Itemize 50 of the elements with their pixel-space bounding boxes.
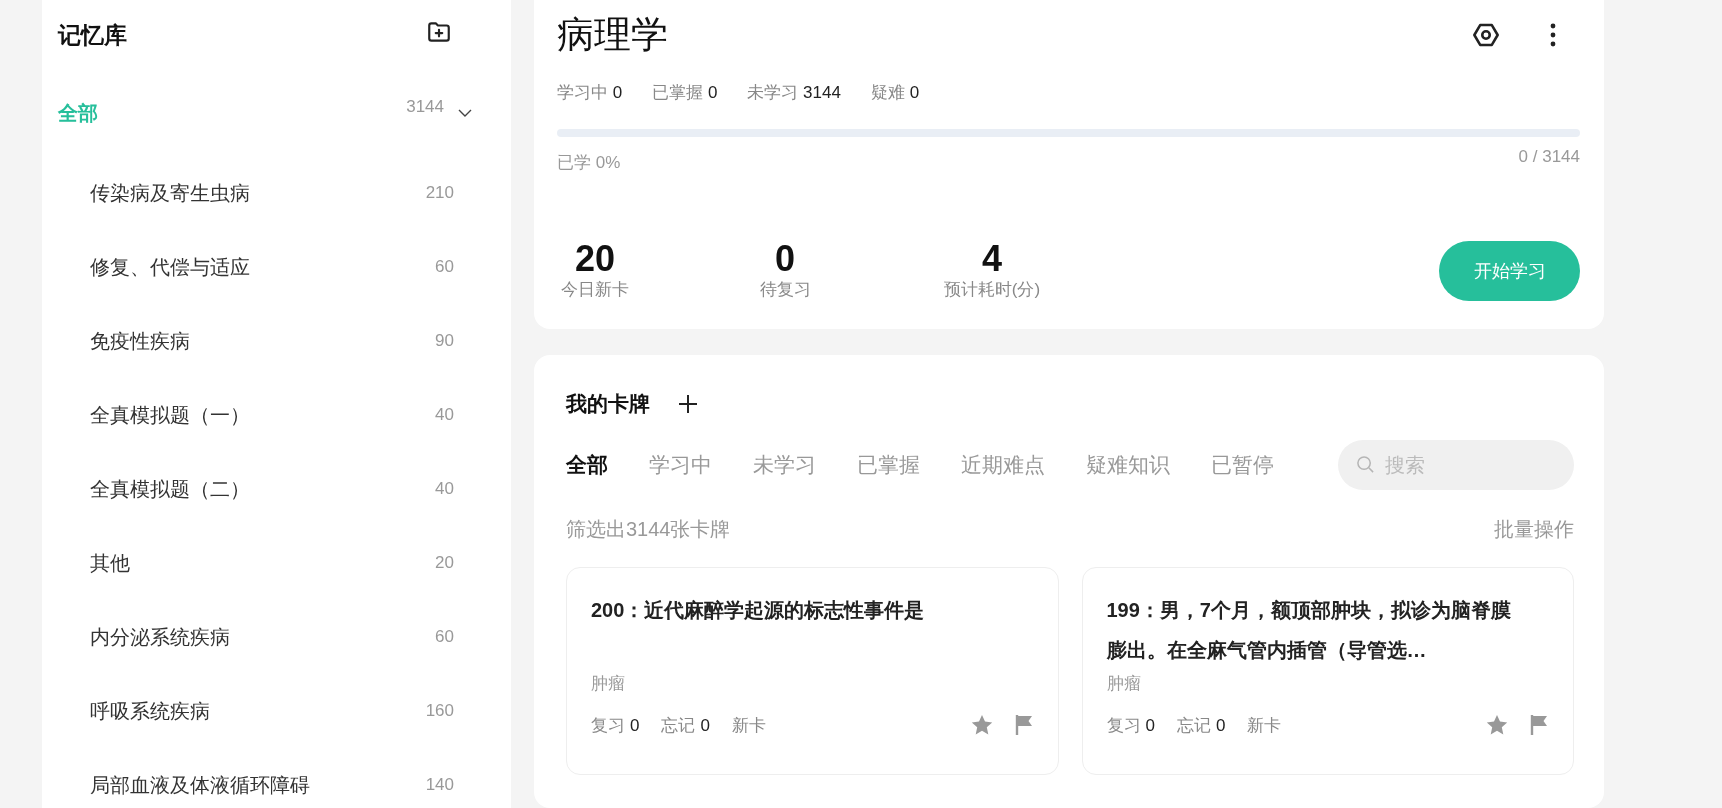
sidebar-item[interactable]: 传染病及寄生虫病 210 — [58, 156, 454, 230]
sidebar-item[interactable]: 免疫性疾病 90 — [58, 304, 454, 378]
summary-label: 待复习 — [759, 279, 811, 301]
deck-title: 病理学 — [557, 13, 668, 57]
summary-value: 20 — [574, 240, 615, 278]
sidebar-item[interactable]: 局部血液及体液循环障碍 140 — [58, 748, 454, 808]
stat-text: 未学习 3144 — [747, 82, 841, 104]
card-stat: 忘记 0 — [661, 714, 710, 737]
summary-value: 0 — [775, 240, 795, 278]
section-title: 我的卡牌 — [566, 391, 650, 417]
sidebar-item[interactable]: 全真模拟题（一） 40 — [58, 378, 454, 452]
sidebar-item[interactable]: 全真模拟题（二） 40 — [58, 452, 454, 526]
card-tag: 肿瘤 — [591, 672, 1034, 695]
sidebar-title: 记忆库 — [58, 20, 127, 50]
card-title: 200：近代麻醉学起源的标志性事件是 — [591, 598, 926, 623]
sidebar-item[interactable]: 其他 20 — [58, 526, 454, 600]
folder-plus-icon[interactable] — [426, 19, 452, 45]
filter-count: 筛选出3144张卡牌 — [566, 517, 731, 542]
card-stat: 新卡 — [731, 714, 766, 737]
card-stat: 复习 0 — [1106, 714, 1155, 737]
summary-value: 4 — [982, 240, 1002, 278]
star-icon[interactable] — [1485, 713, 1509, 737]
sidebar-item[interactable]: 呼吸系统疾病 160 — [58, 674, 454, 748]
card-stat: 复习 0 — [591, 714, 640, 737]
stat-text: 已掌握 0 — [652, 82, 718, 104]
flag-icon[interactable] — [1529, 714, 1549, 736]
category-label: 全部 — [58, 100, 99, 126]
category-count: 3144 — [406, 97, 444, 117]
add-icon[interactable] — [678, 394, 698, 414]
progress-count: 0 / 3144 — [1518, 147, 1580, 168]
flag-icon[interactable] — [1013, 714, 1034, 736]
settings-icon[interactable] — [1472, 21, 1500, 49]
more-icon[interactable] — [1550, 23, 1556, 47]
chevron-down-icon[interactable] — [458, 109, 472, 117]
stat-text: 疑难 0 — [870, 82, 920, 104]
card-title: 199：男，7个月，额顶部肿块，拟诊为脑脊膜膨出。在全麻气管内插管（导管选… — [1106, 598, 1512, 663]
card-stat: 新卡 — [1247, 714, 1282, 737]
card-tag: 肿瘤 — [1106, 672, 1549, 695]
sidebar-item[interactable]: 内分泌系统疾病 60 — [58, 600, 454, 674]
star-icon[interactable] — [969, 713, 994, 737]
stat-text: 学习中 0 — [557, 82, 623, 104]
summary-label: 今日新卡 — [561, 279, 629, 301]
sidebar-item[interactable]: 修复、代偿与适应 60 — [58, 230, 454, 304]
search-icon — [1356, 455, 1375, 474]
progress-caption: 已学 0% — [557, 152, 621, 174]
summary-label: 预计耗时(分) — [943, 279, 1041, 301]
card-stat: 忘记 0 — [1176, 714, 1226, 737]
flashcard[interactable]: 200：近代麻醉学起源的标志性事件是 肿瘤 复习 0 忘记 0 新卡 — [566, 567, 1059, 775]
flashcard[interactable]: 199：男，7个月，额顶部肿块，拟诊为脑脊膜膨出。在全麻气管内插管（导管选… 肿瘤 复习 0 忘记 0 新卡 — [1081, 567, 1574, 775]
filter-tab[interactable]: 全部 — [566, 451, 608, 479]
